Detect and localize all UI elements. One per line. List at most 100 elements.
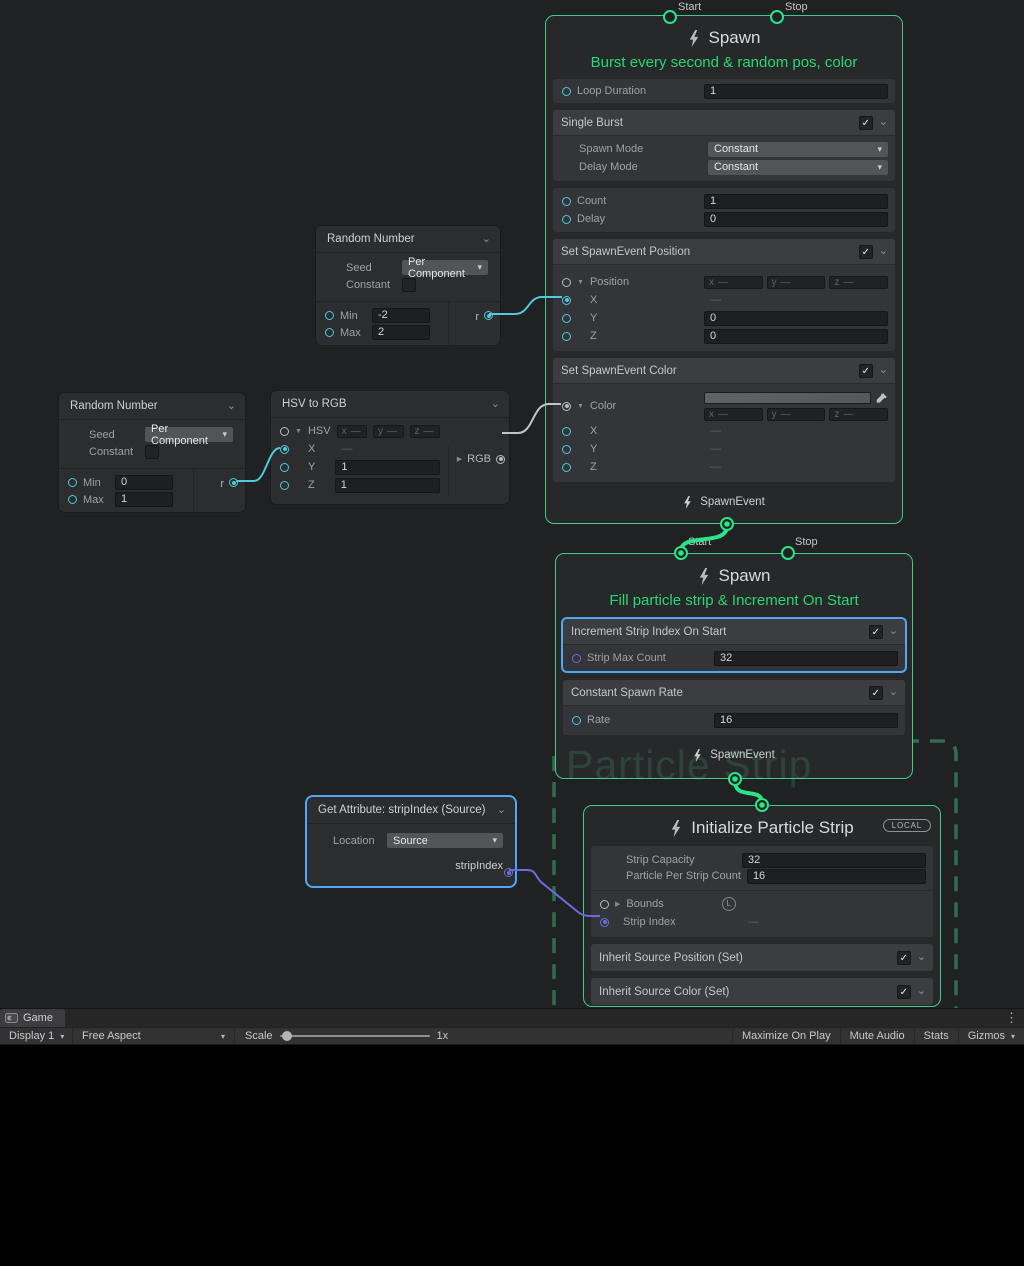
initialize-particle-strip-node[interactable]: Initialize Particle Strip LOCAL Strip Ca… xyxy=(583,805,941,1007)
get-attribute-node[interactable]: Get Attribute: stripIndex (Source) ⌄ Loc… xyxy=(305,795,517,888)
color-swatch-field[interactable] xyxy=(704,392,871,404)
position-x-minifield[interactable]: x— xyxy=(704,276,763,289)
inherit-position-checkbox[interactable]: ✓ xyxy=(897,951,911,965)
spawn2-stop-port[interactable] xyxy=(781,546,795,560)
eyedropper-icon[interactable] xyxy=(875,392,888,405)
count-port[interactable] xyxy=(562,197,571,206)
loop-duration-field[interactable]: 1 xyxy=(704,84,888,99)
strip-max-count-port[interactable] xyxy=(572,654,581,663)
spawn1-stop-port[interactable] xyxy=(770,10,784,24)
rate-collapse-chevron-icon[interactable]: ⌄ xyxy=(889,687,898,698)
local-space-badge[interactable]: LOCAL xyxy=(883,819,931,832)
bounds-port[interactable] xyxy=(600,900,609,909)
constant-checkbox[interactable] xyxy=(145,445,159,459)
max-port[interactable] xyxy=(325,328,334,337)
location-dropdown[interactable]: Source▾ xyxy=(387,833,503,848)
hsv-to-rgb-node[interactable]: HSV to RGB ⌄ ▼ HSV x— y— z— X — xyxy=(270,390,510,505)
spawn1-start-port[interactable] xyxy=(663,10,677,24)
strip-index-port[interactable] xyxy=(600,918,609,927)
delay-port[interactable] xyxy=(562,215,571,224)
rate-enabled-checkbox[interactable]: ✓ xyxy=(869,686,883,700)
min-field[interactable]: -2 xyxy=(372,308,430,323)
constant-spawn-rate-block[interactable]: Constant Spawn Rate ✓ ⌄ Rate 16 xyxy=(563,680,905,735)
hsv-x-port[interactable] xyxy=(280,445,289,454)
get-attribute-collapse-chevron-icon[interactable]: ⌄ xyxy=(497,805,506,816)
position-foldout-icon[interactable]: ▼ xyxy=(577,279,584,286)
inherit-source-position-block[interactable]: Inherit Source Position (Set) ✓ ⌄ xyxy=(591,944,933,971)
max-field[interactable]: 1 xyxy=(115,492,173,507)
min-port[interactable] xyxy=(68,478,77,487)
color-x-port[interactable] xyxy=(562,427,571,436)
set-position-enabled-checkbox[interactable]: ✓ xyxy=(859,245,873,259)
rgb-output-port[interactable] xyxy=(496,455,505,464)
scale-slider-knob[interactable] xyxy=(282,1031,292,1041)
vfx-graph-canvas[interactable]: Start Stop Spawn Burst every second & ra… xyxy=(0,0,1024,1008)
loop-duration-port[interactable] xyxy=(562,87,571,96)
random2-collapse-chevron-icon[interactable]: ⌄ xyxy=(227,401,236,412)
hsv-foldout-icon[interactable]: ▼ xyxy=(295,428,302,435)
strip-max-count-field[interactable]: 32 xyxy=(714,651,898,666)
bounds-foldout-icon[interactable]: ▶ xyxy=(615,901,620,908)
inherit-color-chevron-icon[interactable]: ⌄ xyxy=(917,986,926,997)
maximize-on-play-button[interactable]: Maximize On Play xyxy=(732,1028,840,1044)
color-z-port[interactable] xyxy=(562,463,571,472)
hsv-y-field[interactable]: 1 xyxy=(335,460,440,475)
inherit-color-checkbox[interactable]: ✓ xyxy=(897,985,911,999)
spawn1-context-node[interactable]: Spawn Burst every second & random pos, c… xyxy=(545,15,903,524)
particle-per-strip-field[interactable]: 16 xyxy=(747,869,926,884)
hsv-collapse-chevron-icon[interactable]: ⌄ xyxy=(491,399,500,410)
spawn-mode-dropdown[interactable]: Constant▾ xyxy=(708,142,888,157)
kebab-menu-icon[interactable]: ⋮ xyxy=(1005,1010,1018,1026)
count-field[interactable]: 1 xyxy=(704,194,888,209)
position-z-minifield[interactable]: z— xyxy=(829,276,888,289)
position-z-field[interactable]: 0 xyxy=(704,329,888,344)
random1-collapse-chevron-icon[interactable]: ⌄ xyxy=(482,234,491,245)
random-number-2-node[interactable]: Random Number ⌄ Seed Per Component▾ Cons… xyxy=(58,392,246,513)
inherit-source-color-block[interactable]: Inherit Source Color (Set) ✓ ⌄ xyxy=(591,978,933,1005)
max-field[interactable]: 2 xyxy=(372,325,430,340)
delay-field[interactable]: 0 xyxy=(704,212,888,227)
increment-enabled-checkbox[interactable]: ✓ xyxy=(869,625,883,639)
single-burst-collapse-chevron-icon[interactable]: ⌄ xyxy=(879,117,888,128)
color-foldout-icon[interactable]: ▼ xyxy=(577,403,584,410)
scale-slider[interactable] xyxy=(280,1035,430,1037)
position-z-port[interactable] xyxy=(562,332,571,341)
color-port[interactable] xyxy=(562,402,571,411)
increment-collapse-chevron-icon[interactable]: ⌄ xyxy=(889,626,898,637)
hsv-y-port[interactable] xyxy=(280,463,289,472)
strip-capacity-field[interactable]: 32 xyxy=(742,853,926,868)
strip-index-output-port[interactable] xyxy=(504,868,513,877)
set-spawnevent-position-block[interactable]: Set SpawnEvent Position ✓ ⌄ ▼ Position x… xyxy=(553,239,895,351)
position-y-minifield[interactable]: y— xyxy=(767,276,826,289)
seed-dropdown[interactable]: Per Component▾ xyxy=(145,427,233,442)
hsv-port[interactable] xyxy=(280,427,289,436)
constant-checkbox[interactable] xyxy=(402,278,416,292)
inherit-position-chevron-icon[interactable]: ⌄ xyxy=(917,952,926,963)
position-y-field[interactable]: 0 xyxy=(704,311,888,326)
single-burst-enabled-checkbox[interactable]: ✓ xyxy=(859,116,873,130)
particle-strip-system-label[interactable]: Particle Strip xyxy=(566,742,812,789)
rate-port[interactable] xyxy=(572,716,581,725)
color-y-port[interactable] xyxy=(562,445,571,454)
gizmos-dropdown[interactable]: Gizmos▾ xyxy=(958,1028,1024,1044)
display-dropdown[interactable]: Display 1▾ xyxy=(0,1028,73,1044)
position-y-port[interactable] xyxy=(562,314,571,323)
set-color-collapse-chevron-icon[interactable]: ⌄ xyxy=(879,365,888,376)
stats-button[interactable]: Stats xyxy=(914,1028,958,1044)
random2-output-port[interactable] xyxy=(229,478,238,487)
seed-dropdown[interactable]: Per Component▾ xyxy=(402,260,488,275)
delay-mode-dropdown[interactable]: Constant▾ xyxy=(708,160,888,175)
min-field[interactable]: 0 xyxy=(115,475,173,490)
max-port[interactable] xyxy=(68,495,77,504)
random-number-1-node[interactable]: Random Number ⌄ Seed Per Component▾ Cons… xyxy=(315,225,501,346)
aspect-ratio-dropdown[interactable]: Free Aspect▾ xyxy=(73,1028,235,1044)
hsv-z-field[interactable]: 1 xyxy=(335,478,440,493)
rate-field[interactable]: 16 xyxy=(714,713,898,728)
increment-strip-index-block[interactable]: Increment Strip Index On Start ✓ ⌄ Strip… xyxy=(561,617,907,673)
min-port[interactable] xyxy=(325,311,334,320)
random1-output-port[interactable] xyxy=(484,311,493,320)
position-x-port[interactable] xyxy=(562,296,571,305)
tab-game[interactable]: Game xyxy=(0,1009,65,1027)
hsv-z-port[interactable] xyxy=(280,481,289,490)
single-burst-block[interactable]: Single Burst ✓ ⌄ Spawn Mode Constant▾ De… xyxy=(553,110,895,181)
